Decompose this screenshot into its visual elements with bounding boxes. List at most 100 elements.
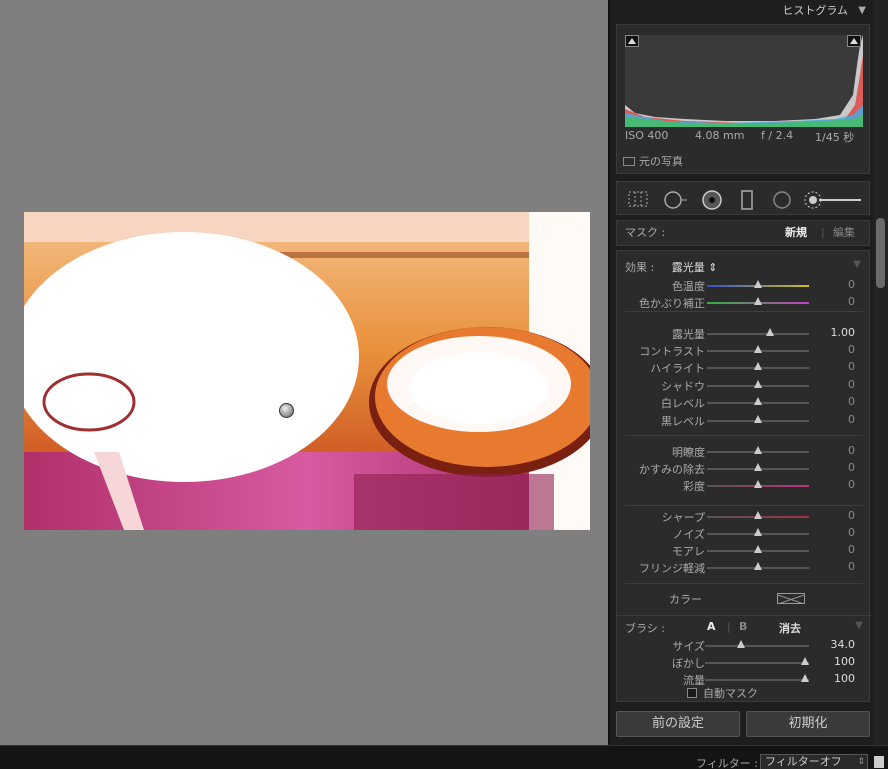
spot-removal-tool-icon[interactable] — [663, 190, 689, 210]
slider-label: 明瞭度 — [672, 446, 705, 459]
radial-filter-tool-icon[interactable] — [771, 190, 793, 210]
mask-separator: | — [821, 226, 825, 239]
panel-scrollbar[interactable] — [874, 0, 888, 745]
crop-tool-icon[interactable] — [627, 190, 649, 208]
scrollbar-thumb[interactable] — [876, 218, 885, 288]
slider-label: 色温度 — [672, 280, 705, 293]
slider-row: 黒レベル 0 — [617, 412, 871, 428]
slider-label: 露光量 — [672, 328, 705, 341]
reset-button[interactable]: 初期化 — [746, 711, 870, 737]
histogram-title: ヒストグラム — [782, 4, 848, 17]
brush-label: ブラシ : — [625, 622, 665, 635]
red-eye-tool-icon[interactable] — [701, 190, 723, 210]
brush-slider-row: サイズ 34.0 — [617, 637, 871, 653]
brush-slider-value[interactable]: 34.0 — [831, 638, 856, 651]
auto-mask-toggle[interactable]: 自動マスク — [687, 685, 758, 701]
slider-row: 色かぶり補正 0 — [617, 294, 871, 310]
collapse-triangle-icon[interactable]: ▼ — [858, 0, 866, 22]
slider-value[interactable]: 0 — [848, 278, 855, 291]
previous-settings-button[interactable]: 前の設定 — [616, 711, 740, 737]
brush-slider-track[interactable] — [705, 645, 809, 647]
tool-strip — [616, 181, 870, 215]
slider-row: 明瞭度 0 — [617, 443, 871, 459]
slider-value[interactable]: 0 — [848, 560, 855, 573]
slider-knob[interactable] — [754, 511, 762, 519]
exif-focal-length: 4.08 mm — [695, 129, 745, 142]
brush-slider-knob[interactable] — [737, 640, 745, 648]
slider-row: 白レベル 0 — [617, 394, 871, 410]
adjustment-brush-tool-icon[interactable] — [803, 190, 865, 210]
slider-value[interactable]: 0 — [848, 295, 855, 308]
divider — [625, 583, 863, 584]
highlight-clipping-indicator[interactable] — [847, 35, 861, 47]
auto-mask-label: 自動マスク — [703, 687, 758, 700]
brush-b-button[interactable]: B — [739, 620, 747, 633]
slider-knob[interactable] — [754, 480, 762, 488]
slider-row: 露光量 1.00 — [617, 325, 871, 341]
slider-knob[interactable] — [754, 297, 762, 305]
histogram-graph[interactable] — [625, 35, 863, 127]
exif-iso: ISO 400 — [625, 129, 669, 142]
brush-slider-label: サイズ — [672, 640, 705, 653]
slider-row: シャドウ 0 — [617, 377, 871, 393]
brush-slider-track[interactable] — [705, 679, 809, 681]
slider-knob[interactable] — [766, 328, 775, 336]
filter-lock-icon[interactable] — [874, 756, 884, 768]
slider-value[interactable]: 0 — [848, 413, 855, 426]
exif-aperture: f / 2.4 — [761, 129, 794, 142]
slider-knob[interactable] — [754, 415, 762, 423]
slider-knob[interactable] — [754, 528, 762, 536]
effect-select[interactable]: 露光量 ⇕ — [672, 261, 718, 274]
brush-slider-knob[interactable] — [801, 657, 809, 665]
color-swatch[interactable] — [777, 593, 805, 605]
brush-slider-track[interactable] — [705, 662, 809, 664]
divider — [625, 311, 863, 312]
shadow-clipping-indicator[interactable] — [625, 35, 639, 47]
slider-value[interactable]: 0 — [848, 461, 855, 474]
brush-slider-value[interactable]: 100 — [834, 672, 855, 685]
slider-value[interactable]: 0 — [848, 360, 855, 373]
brush-a-button[interactable]: A — [707, 620, 716, 633]
mask-label: マスク : — [625, 226, 666, 239]
original-photo-checkbox[interactable] — [623, 156, 635, 166]
edited-photo[interactable] — [24, 212, 590, 530]
slider-knob[interactable] — [754, 463, 762, 471]
slider-row: 色温度 0 — [617, 277, 871, 293]
slider-value[interactable]: 0 — [848, 526, 855, 539]
slider-value[interactable]: 0 — [848, 444, 855, 457]
slider-value[interactable]: 0 — [848, 343, 855, 356]
slider-knob[interactable] — [754, 446, 762, 454]
mask-edit-button[interactable]: 編集 — [833, 221, 855, 245]
auto-mask-checkbox[interactable] — [687, 688, 697, 698]
mask-pin[interactable] — [279, 403, 294, 418]
slider-value[interactable]: 0 — [848, 478, 855, 491]
slider-value[interactable]: 0 — [848, 509, 855, 522]
slider-knob[interactable] — [754, 362, 762, 370]
brush-collapse-icon[interactable]: ▼ — [855, 620, 863, 631]
graduated-filter-tool-icon[interactable] — [739, 190, 755, 210]
slider-knob[interactable] — [754, 562, 762, 570]
slider-knob[interactable] — [754, 397, 762, 405]
slider-row: ノイズ 0 — [617, 525, 871, 541]
mask-new-button[interactable]: 新規 — [785, 221, 807, 245]
slider-knob[interactable] — [754, 345, 762, 353]
slider-value[interactable]: 1.00 — [831, 326, 856, 339]
slider-knob[interactable] — [754, 545, 762, 553]
brush-erase-button[interactable]: 消去 — [779, 620, 801, 636]
slider-row: シャープ 0 — [617, 508, 871, 524]
brush-slider-value[interactable]: 100 — [834, 655, 855, 668]
original-photo-toggle[interactable]: 元の写真 — [623, 153, 683, 169]
slider-label: コントラスト — [639, 345, 705, 358]
slider-knob[interactable] — [754, 280, 762, 288]
slider-track[interactable] — [707, 333, 809, 335]
filter-select[interactable]: フィルターオフ ⇕ — [760, 754, 868, 769]
histogram-header[interactable]: ヒストグラム ▼ — [616, 0, 870, 22]
slider-knob[interactable] — [754, 380, 762, 388]
effect-collapse-icon[interactable]: ▼ — [853, 259, 861, 270]
brush-slider-knob[interactable] — [801, 674, 809, 682]
slider-value[interactable]: 0 — [848, 395, 855, 408]
slider-label: フリンジ軽減 — [639, 562, 705, 575]
photo-workspace[interactable] — [0, 0, 608, 745]
slider-value[interactable]: 0 — [848, 378, 855, 391]
slider-value[interactable]: 0 — [848, 543, 855, 556]
